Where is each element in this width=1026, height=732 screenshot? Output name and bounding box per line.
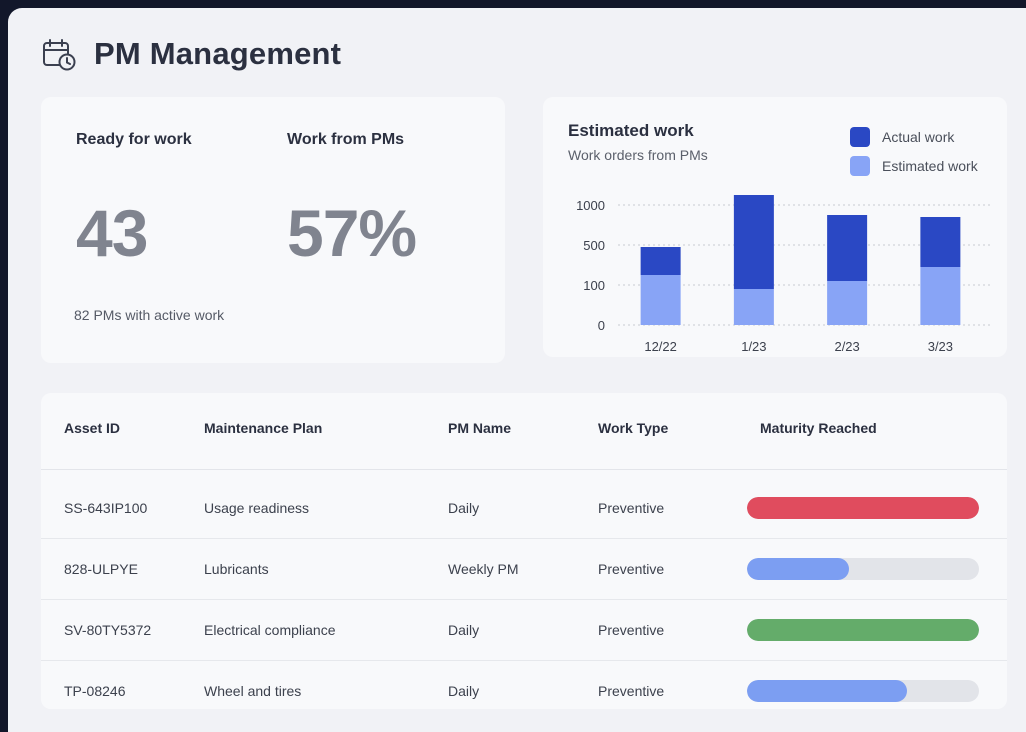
x-tick-label: 3/23	[928, 339, 953, 354]
work-type-cell: Preventive	[598, 683, 665, 699]
work-type-cell: Preventive	[598, 622, 665, 638]
y-tick-label: 100	[583, 278, 605, 293]
app-window: PM Management Ready for work 43 82 PMs w…	[8, 8, 1026, 732]
estimated-work-chart-card: Estimated work Work orders from PMs Actu…	[543, 97, 1007, 357]
x-tick-label: 1/23	[741, 339, 766, 354]
table-row[interactable]: SS-643IP100 Usage readiness Daily Preven…	[41, 478, 1007, 539]
kpi-card: Ready for work 43 82 PMs with active wor…	[41, 97, 505, 363]
maturity-progress-bar	[747, 558, 979, 580]
x-tick-label: 2/23	[834, 339, 859, 354]
bar-segment-actual-work	[827, 215, 868, 281]
column-header-pm-name[interactable]: PM Name	[448, 420, 511, 436]
bar-segment-estimated-work	[920, 267, 961, 325]
pm-name-cell: Daily	[448, 500, 480, 516]
work-from-pms-value: 57%	[287, 196, 417, 270]
asset-id-cell: SS-643IP100	[64, 500, 148, 516]
active-pms-note: 82 PMs with active work	[74, 307, 225, 323]
column-header-asset-id[interactable]: Asset ID	[64, 420, 120, 436]
maturity-progress-fill	[747, 497, 979, 519]
stacked-bar-chart: 1000500100012/22 1/23 2/23 3/23	[576, 195, 991, 354]
table-row[interactable]: 828-ULPYE Lubricants Weekly PM Preventiv…	[41, 539, 1007, 600]
maturity-progress-bar	[747, 619, 979, 641]
maintenance-plan-cell: Usage readiness	[204, 500, 310, 516]
maturity-progress-fill	[747, 558, 850, 580]
ready-for-work-value: 43	[76, 196, 148, 270]
asset-id-cell: 828-ULPYE	[64, 561, 138, 577]
work-type-cell: Preventive	[598, 500, 665, 516]
maturity-progress-fill	[747, 680, 908, 702]
page-header: PM Management	[42, 36, 341, 72]
pm-table: Asset ID Maintenance Plan PM Name Work T…	[41, 393, 1007, 709]
maturity-progress-bar	[747, 680, 979, 702]
work-type-cell: Preventive	[598, 561, 665, 577]
bar-segment-estimated-work	[640, 275, 681, 325]
bar-segment-actual-work	[733, 195, 774, 289]
table-header: Asset ID Maintenance Plan PM Name Work T…	[41, 393, 1007, 470]
maturity-progress-fill	[747, 619, 979, 641]
y-tick-label: 1000	[576, 198, 605, 213]
table-row[interactable]: TP-08246 Wheel and tires Daily Preventiv…	[41, 661, 1007, 709]
bar-segment-actual-work	[920, 217, 961, 267]
y-tick-label: 0	[598, 318, 605, 333]
table-row[interactable]: SV-80TY5372 Electrical compliance Daily …	[41, 600, 1007, 661]
maintenance-plan-cell: Wheel and tires	[204, 683, 302, 699]
column-header-work-type[interactable]: Work Type	[598, 420, 668, 436]
x-tick-label: 12/22	[644, 339, 677, 354]
column-header-maturity[interactable]: Maturity Reached	[760, 420, 877, 436]
asset-id-cell: SV-80TY5372	[64, 622, 152, 638]
bar-segment-actual-work	[640, 247, 681, 275]
bar-segment-estimated-work	[827, 281, 868, 325]
maintenance-plan-cell: Lubricants	[204, 561, 269, 577]
asset-id-cell: TP-08246	[64, 683, 126, 699]
pm-name-cell: Weekly PM	[448, 561, 519, 577]
column-header-maintenance-plan[interactable]: Maintenance Plan	[204, 420, 322, 436]
bar-segment-estimated-work	[733, 289, 774, 325]
ready-for-work-label: Ready for work	[76, 131, 192, 148]
maintenance-plan-cell: Electrical compliance	[204, 622, 336, 638]
pm-name-cell: Daily	[448, 622, 480, 638]
calendar-clock-icon	[43, 39, 76, 71]
page-title: PM Management	[94, 36, 342, 71]
pm-name-cell: Daily	[448, 683, 480, 699]
maturity-progress-bar	[747, 497, 979, 519]
y-tick-label: 500	[583, 238, 605, 253]
work-from-pms-label: Work from PMs	[287, 131, 405, 148]
